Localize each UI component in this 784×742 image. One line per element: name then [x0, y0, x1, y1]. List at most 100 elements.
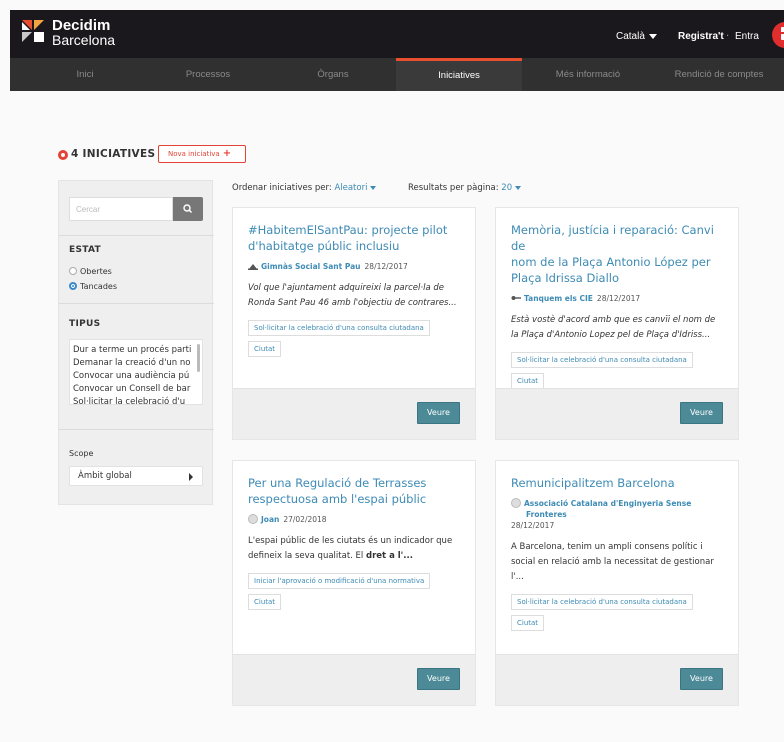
nav-item-mes-informacio[interactable]: Més informació	[522, 58, 654, 91]
initiative-description: Vol que l'ajuntament adquireixi la parce…	[248, 281, 460, 311]
brand-name[interactable]: Decidim Barcelona	[52, 17, 115, 47]
order-selector[interactable]: Ordenar iniciatives per: Aleatori	[232, 183, 377, 193]
tipus-option[interactable]: Sol·licitar la celebració d'u	[70, 396, 202, 404]
scope-selector[interactable]: Àmbit global	[69, 466, 203, 486]
initiative-title[interactable]: Per una Regulació de Terrasses respectuo…	[248, 475, 460, 507]
scope-value: Àmbit global	[78, 471, 132, 481]
scope-tag[interactable]: Ciutat	[511, 373, 545, 389]
title-line: nom de la Plaça Antonio López per	[511, 255, 711, 269]
view-button[interactable]: Veure	[417, 402, 460, 424]
nav-item-inici[interactable]: Inici	[10, 58, 160, 91]
new-initiative-button[interactable]: Nova iniciativa +	[158, 145, 246, 163]
title-line: Memòria, justícia i reparació: Canvi de	[511, 223, 714, 253]
initiative-author[interactable]: Associació Catalana d'Enginyeria Sense F…	[511, 498, 723, 531]
scope-tag[interactable]: Ciutat	[511, 615, 545, 631]
initiative-author[interactable]: Tanquem els CIE 28/12/2017	[511, 293, 723, 304]
initiative-card[interactable]: Remunicipalitzem Barcelona Associació Ca…	[495, 460, 739, 706]
chevron-down-icon	[648, 33, 657, 39]
initiative-author[interactable]: Joan 27/02/2018	[248, 514, 460, 525]
scope-label: Scope	[69, 449, 94, 458]
initiative-description: L'espai públic de les ciutats és un indi…	[248, 534, 460, 564]
title-line: #HabitemElSantPau: projecte pilot	[248, 223, 448, 237]
author-name: Joan	[261, 515, 280, 524]
initiative-date: 27/02/2018	[283, 515, 327, 524]
brand-line-1: Decidim	[52, 17, 111, 34]
estat-option-tancades[interactable]: Tancades	[69, 282, 117, 291]
tipus-multiselect[interactable]: Dur a terme un procés parti Demanar la c…	[69, 339, 203, 405]
type-tag[interactable]: Iniciar l'aprovació o modificació d'una …	[248, 573, 431, 589]
divider	[59, 303, 214, 304]
nav-item-processos[interactable]: Processos	[140, 58, 276, 91]
type-tag[interactable]: Sol·licitar la celebració d'una consulta…	[511, 352, 693, 368]
radio-unchecked-icon[interactable]	[69, 267, 77, 275]
view-button[interactable]: Veure	[417, 668, 460, 690]
nav-item-rendicio-de-comptes[interactable]: Rendició de comptes	[654, 58, 784, 91]
initiative-card[interactable]: #HabitemElSantPau: projecte pilot d'habi…	[232, 207, 476, 440]
initiative-card[interactable]: Per una Regulació de Terrasses respectuo…	[232, 460, 476, 706]
initiative-title[interactable]: #HabitemElSantPau: projecte pilot d'habi…	[248, 222, 460, 254]
type-tag[interactable]: Sol·licitar la celebració d'una consulta…	[248, 320, 430, 336]
tipus-option[interactable]: Demanar la creació d'un no	[70, 357, 202, 370]
description-line: L'espai públic de les ciutats és un indi…	[248, 536, 453, 546]
view-button[interactable]: Veure	[680, 668, 723, 690]
language-selector[interactable]: Català	[616, 31, 657, 42]
initiative-author[interactable]: Gimnàs Social Sant Pau 28/12/2017	[248, 261, 460, 272]
title-line: Plaça Idrissa Diallo	[511, 271, 620, 285]
search-icon	[183, 204, 193, 214]
per-page-label: Resultats per pàgina:	[408, 183, 499, 193]
author-name: Gimnàs Social Sant Pau	[261, 262, 361, 271]
new-initiative-label: Nova iniciativa	[168, 150, 220, 158]
barcelona-shield-icon[interactable]	[772, 22, 784, 48]
initiative-date: 28/12/2017	[364, 262, 408, 271]
initiative-description: Està vostè d'acord amb que es canvïi el …	[511, 313, 723, 343]
register-link[interactable]: Registra't	[678, 31, 724, 42]
radio-checked-icon[interactable]	[69, 282, 77, 290]
tipus-option[interactable]: Dur a terme un procés parti	[70, 344, 202, 357]
nav-item-organs[interactable]: Òrgans	[268, 58, 398, 91]
estat-option-obertes[interactable]: Obertes	[69, 267, 112, 276]
scope-tag[interactable]: Ciutat	[248, 341, 282, 357]
key-icon	[511, 296, 521, 300]
scope-tag[interactable]: Ciutat	[248, 594, 282, 610]
initiative-description: A Barcelona, tenim un ampli consens polí…	[511, 540, 723, 585]
chevron-down-icon	[370, 185, 377, 190]
description-line: Vol que l'ajuntament adquireixi la parce…	[248, 283, 444, 293]
tipus-heading: TIPUS	[69, 319, 101, 329]
description-bold: dret a l'...	[366, 551, 413, 561]
initiative-title[interactable]: Memòria, justícia i reparació: Canvi de …	[511, 222, 723, 286]
description-line: l'...	[511, 572, 524, 582]
description-line: la Plaça d'Antonio Lopez pel de Plaça d'…	[511, 330, 711, 340]
description-line: defineix la seva qualitat. El	[248, 551, 366, 561]
decidim-logo-icon[interactable]	[22, 18, 44, 48]
chevron-down-icon	[515, 185, 522, 190]
separator: ·	[726, 31, 730, 42]
title-line: respectuosa amb l'espai públic	[248, 492, 427, 506]
initiative-title[interactable]: Remunicipalitzem Barcelona	[511, 475, 723, 491]
tipus-option[interactable]: Convocar un Consell de bar	[70, 383, 202, 396]
divider	[59, 429, 214, 430]
author-name: Tanquem els CIE	[524, 294, 593, 303]
initiatives-icon	[58, 150, 68, 160]
scrollbar[interactable]	[197, 344, 200, 372]
nav-item-iniciatives[interactable]: Iniciatives	[396, 58, 522, 91]
order-value[interactable]: Aleatori	[334, 183, 367, 193]
page-title: 4 INICIATIVES	[71, 148, 156, 160]
search-input[interactable]: Cercar	[69, 197, 173, 221]
title-line: d'habitatge públic inclusiu	[248, 239, 400, 253]
tipus-option[interactable]: Convocar una audiència pú	[70, 370, 202, 383]
estat-heading: ESTAT	[69, 245, 101, 255]
card-footer: Veure	[496, 388, 738, 439]
card-footer: Veure	[233, 654, 475, 705]
author-name-line: Associació Catalana d'Enginyeria Sense	[524, 499, 692, 508]
view-button[interactable]: Veure	[680, 402, 723, 424]
per-page-value[interactable]: 20	[501, 183, 512, 193]
per-page-selector[interactable]: Resultats per pàgina: 20	[408, 183, 522, 193]
top-header: Decidim Barcelona Català Registra't · En…	[10, 10, 784, 58]
search-button[interactable]	[173, 197, 203, 221]
title-line: Per una Regulació de Terrasses	[248, 476, 427, 490]
avatar-icon	[511, 498, 521, 508]
author-name-line: Fronteres	[526, 510, 567, 519]
initiative-card[interactable]: Memòria, justícia i reparació: Canvi de …	[495, 207, 739, 440]
login-link[interactable]: Entra	[735, 31, 759, 42]
type-tag[interactable]: Sol·licitar la celebració d'una consulta…	[511, 594, 693, 610]
